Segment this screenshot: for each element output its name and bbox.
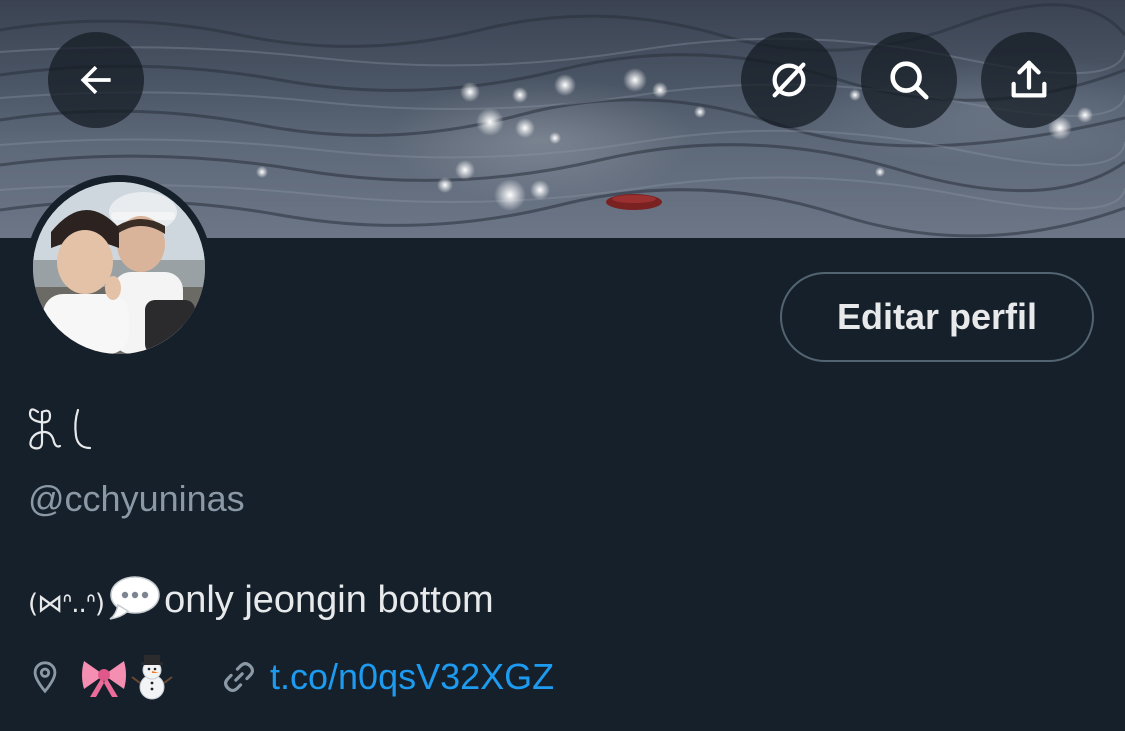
- arrow-left-icon: [80, 65, 111, 95]
- display-name: ⓗꞁ: [24, 402, 114, 459]
- search-button[interactable]: [861, 32, 957, 128]
- link-icon: [220, 658, 258, 696]
- share-button[interactable]: [981, 32, 1077, 128]
- profile-link[interactable]: t.co/n0qsV32XGZ: [270, 656, 554, 698]
- ribbon-emoji: [82, 661, 126, 697]
- share-upload-icon: [1011, 60, 1047, 98]
- edit-profile-button[interactable]: Editar perfil: [780, 272, 1094, 362]
- avatar[interactable]: [26, 175, 212, 361]
- circle-slash-icon: [772, 62, 806, 98]
- search-icon: [890, 61, 929, 100]
- avatar-photo: [33, 182, 205, 354]
- edit-profile-label: Editar perfil: [836, 296, 1038, 337]
- username-handle: @cchyuninas: [28, 478, 245, 519]
- back-button[interactable]: [48, 32, 144, 128]
- location-pin-icon: [28, 658, 62, 696]
- display-name-glyphs: [28, 408, 92, 450]
- profile-page: Editar perfil ⓗꞁ @cchyuninas (⋈ᐢ..ᐢ) onl…: [0, 0, 1125, 731]
- location-text: 🎀⛄: [80, 653, 174, 701]
- speech-bubble-emoji: [108, 575, 160, 621]
- hide-replies-button[interactable]: [741, 32, 837, 128]
- snowman-emoji: [131, 655, 173, 700]
- bio-kaomoji: (⋈ᐢ..ᐢ): [28, 589, 105, 619]
- bio-text: only jeongin bottom: [164, 578, 494, 621]
- profile-meta: 🎀⛄: [28, 652, 554, 702]
- profile-bio: (⋈ᐢ..ᐢ) only jeongin bottom: [28, 575, 494, 623]
